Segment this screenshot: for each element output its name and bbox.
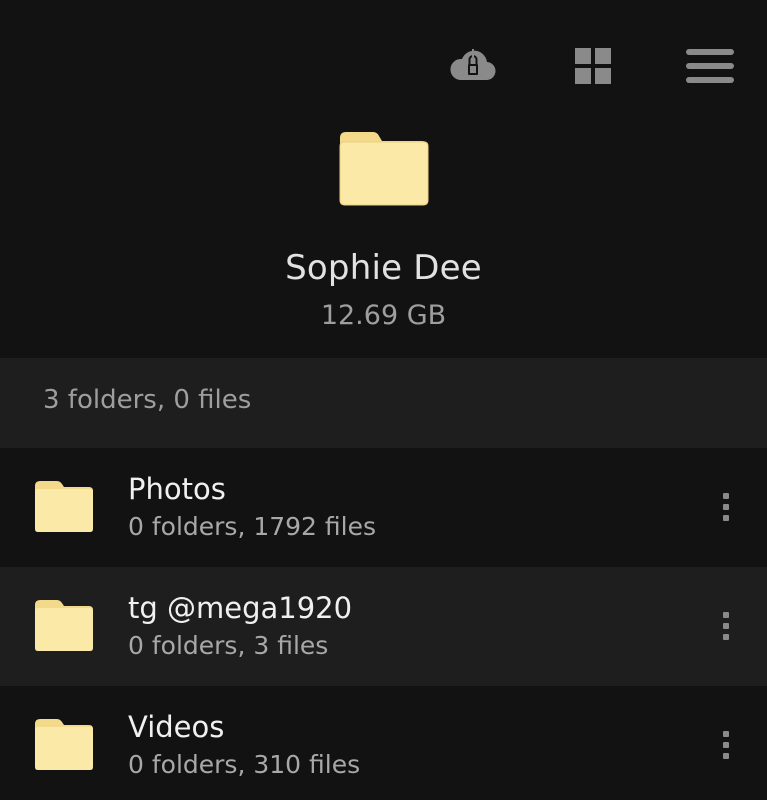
toolbar <box>0 0 767 130</box>
list-item[interactable]: Videos 0 folders, 310 files <box>0 686 767 800</box>
folder-name: Videos <box>128 710 225 744</box>
cloud-lock-icon <box>450 49 496 81</box>
folder-meta: 0 folders, 1792 files <box>128 512 377 541</box>
folder-size: 12.69 GB <box>320 300 447 331</box>
folder-meta: 0 folders, 310 files <box>128 750 361 779</box>
folder-icon <box>35 481 93 532</box>
list-item[interactable]: Photos 0 folders, 1792 files <box>0 448 767 567</box>
folder-icon <box>339 132 429 206</box>
more-options-button[interactable] <box>706 722 746 768</box>
folder-icon <box>35 600 93 651</box>
summary-text: 3 folders, 0 files <box>43 385 252 415</box>
folder-title: Sophie Dee <box>285 248 482 288</box>
hamburger-menu-icon <box>686 49 734 83</box>
folder-meta: 0 folders, 3 files <box>128 631 329 660</box>
folder-browser: Sophie Dee 12.69 GB 3 folders, 0 files P… <box>0 0 767 800</box>
more-vertical-icon <box>723 731 729 759</box>
folder-icon <box>35 719 93 770</box>
folder-list: Photos 0 folders, 1792 files tg @mega192… <box>0 448 767 800</box>
more-options-button[interactable] <box>706 603 746 649</box>
more-vertical-icon <box>723 612 729 640</box>
grid-view-icon <box>575 48 611 84</box>
more-vertical-icon <box>723 493 729 521</box>
folder-name: tg @mega1920 <box>128 591 353 625</box>
menu-button[interactable] <box>682 40 738 92</box>
more-options-button[interactable] <box>706 484 746 530</box>
summary-bar: 3 folders, 0 files <box>0 358 767 448</box>
folder-header: Sophie Dee 12.69 GB <box>0 130 767 358</box>
cloud-lock-button[interactable] <box>445 40 501 92</box>
list-item[interactable]: tg @mega1920 0 folders, 3 files <box>0 567 767 686</box>
grid-view-button[interactable] <box>565 40 621 92</box>
folder-name: Photos <box>128 472 226 506</box>
